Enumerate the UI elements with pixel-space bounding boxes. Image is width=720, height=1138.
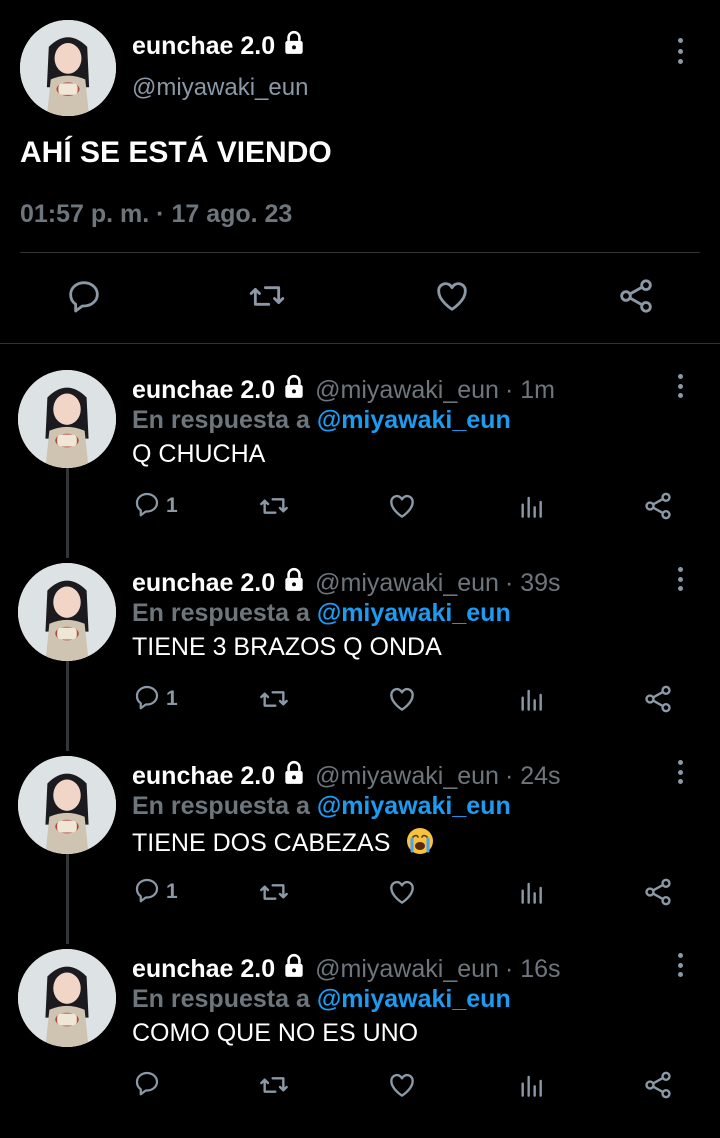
tweet-text: AHÍ SE ESTÁ VIENDO (20, 136, 332, 169)
lock-icon (281, 953, 307, 986)
avatar[interactable] (18, 756, 116, 854)
reply-icon[interactable] (132, 489, 162, 524)
handle[interactable]: @miyawaki_eun (315, 762, 499, 791)
handle[interactable]: @miyawaki_eun (315, 955, 499, 984)
display-name[interactable]: eunchae 2.0 (132, 569, 275, 598)
action-bar: 1 (0, 490, 720, 526)
handle[interactable]: @miyawaki_eun (315, 376, 499, 405)
tweet-text-content: TIENE DOS CABEZAS (132, 829, 391, 858)
reply-tweet[interactable]: eunchae 2.0 @miyawaki_eun · 16s En respu… (0, 923, 720, 1116)
reply-context: En respuesta a @miyawaki_eun (132, 985, 511, 1014)
mention-link[interactable]: @miyawaki_eun (317, 599, 511, 627)
lock-icon (281, 567, 307, 600)
timestamp[interactable]: 01:57 p. m. · 17 ago. 23 (20, 200, 292, 229)
display-name[interactable]: eunchae 2.0 (132, 762, 275, 791)
mention-link[interactable]: @miyawaki_eun (317, 406, 511, 434)
lock-icon (281, 374, 307, 407)
reply-icon[interactable] (132, 1068, 162, 1103)
tweet-text-content: COMO QUE NO ES UNO (132, 1019, 419, 1047)
reply-prefix: En respuesta a (132, 985, 310, 1013)
like-icon[interactable] (386, 683, 418, 715)
more-icon[interactable] (673, 760, 687, 784)
action-bar: 1 (0, 876, 720, 912)
share-icon[interactable] (616, 276, 656, 316)
reply-tweet[interactable]: eunchae 2.0 @miyawaki_eun · 1m En respue… (0, 344, 720, 558)
reply-context: En respuesta a @miyawaki_eun (132, 599, 511, 628)
tweet-text-content: Q CHUCHA (132, 440, 266, 468)
display-name[interactable]: eunchae 2.0 (132, 376, 275, 405)
like-icon[interactable] (386, 490, 418, 522)
reply-button[interactable]: 1 (132, 490, 178, 522)
mention-link[interactable]: @miyawaki_eun (317, 985, 511, 1013)
avatar[interactable] (20, 20, 116, 116)
reply-context: En respuesta a @miyawaki_eun (132, 792, 511, 821)
more-icon[interactable] (673, 953, 687, 977)
views-icon[interactable] (516, 490, 548, 522)
handle[interactable]: @miyawaki_eun (132, 74, 308, 102)
reply-tweet[interactable]: eunchae 2.0 @miyawaki_eun · 24s En respu… (0, 730, 720, 944)
reply-header: eunchae 2.0 @miyawaki_eun · 16s (132, 953, 561, 986)
retweet-icon[interactable] (258, 1069, 290, 1101)
reply-count: 1 (166, 880, 178, 903)
share-icon[interactable] (642, 683, 674, 715)
action-bar: 1 (0, 683, 720, 719)
more-icon[interactable] (673, 38, 687, 64)
share-icon[interactable] (642, 1069, 674, 1101)
tweet-text-content: TIENE 3 BRAZOS Q ONDA (132, 633, 442, 661)
tweet-text: TIENE DOS CABEZAS (132, 826, 435, 863)
time[interactable]: · 1m (505, 376, 555, 405)
share-icon[interactable] (642, 490, 674, 522)
display-name[interactable]: eunchae 2.0 (132, 955, 275, 984)
reply-tweet[interactable]: eunchae 2.0 @miyawaki_eun · 39s En respu… (0, 537, 720, 751)
reply-icon[interactable] (64, 276, 104, 316)
retweet-icon[interactable] (258, 876, 290, 908)
main-tweet: eunchae 2.0 @miyawaki_eun AHÍ SE ESTÁ VI… (0, 0, 720, 343)
time[interactable]: · 39s (505, 569, 561, 598)
display-name-text[interactable]: eunchae 2.0 (132, 32, 275, 61)
avatar[interactable] (18, 563, 116, 661)
views-icon[interactable] (516, 1069, 548, 1101)
tweet-text: Q CHUCHA (132, 440, 265, 469)
avatar[interactable] (18, 370, 116, 468)
reply-button[interactable] (132, 1069, 166, 1101)
display-name[interactable]: eunchae 2.0 (132, 30, 307, 63)
retweet-icon[interactable] (258, 683, 290, 715)
reply-header: eunchae 2.0 @miyawaki_eun · 1m (132, 374, 555, 407)
avatar[interactable] (18, 949, 116, 1047)
share-icon[interactable] (642, 876, 674, 908)
tweet-text: TIENE 3 BRAZOS Q ONDA (132, 633, 442, 662)
reply-icon[interactable] (132, 875, 162, 910)
reply-count: 1 (166, 687, 178, 710)
mention-link[interactable]: @miyawaki_eun (317, 792, 511, 820)
handle[interactable]: @miyawaki_eun (315, 569, 499, 598)
retweet-icon[interactable] (247, 276, 287, 316)
retweet-icon[interactable] (258, 490, 290, 522)
views-icon[interactable] (516, 876, 548, 908)
views-icon[interactable] (516, 683, 548, 715)
reply-icon[interactable] (132, 682, 162, 717)
more-icon[interactable] (673, 374, 687, 398)
tweet-text: COMO QUE NO ES UNO (132, 1019, 418, 1048)
lock-icon (281, 30, 307, 63)
more-icon[interactable] (673, 567, 687, 591)
time[interactable]: · 24s (505, 762, 561, 791)
reply-header: eunchae 2.0 @miyawaki_eun · 39s (132, 567, 561, 600)
reply-button[interactable]: 1 (132, 683, 178, 715)
reply-context: En respuesta a @miyawaki_eun (132, 406, 511, 435)
like-icon[interactable] (386, 1069, 418, 1101)
crying-face-emoji-icon (405, 826, 435, 863)
reply-prefix: En respuesta a (132, 792, 310, 820)
reply-prefix: En respuesta a (132, 406, 310, 434)
reply-button[interactable]: 1 (132, 876, 178, 908)
reply-prefix: En respuesta a (132, 599, 310, 627)
action-bar (0, 1069, 720, 1105)
like-icon[interactable] (432, 276, 472, 316)
reply-header: eunchae 2.0 @miyawaki_eun · 24s (132, 760, 561, 793)
lock-icon (281, 760, 307, 793)
like-icon[interactable] (386, 876, 418, 908)
time[interactable]: · 16s (505, 955, 561, 984)
action-bar (0, 276, 720, 320)
reply-count: 1 (166, 494, 178, 517)
divider (20, 252, 700, 253)
